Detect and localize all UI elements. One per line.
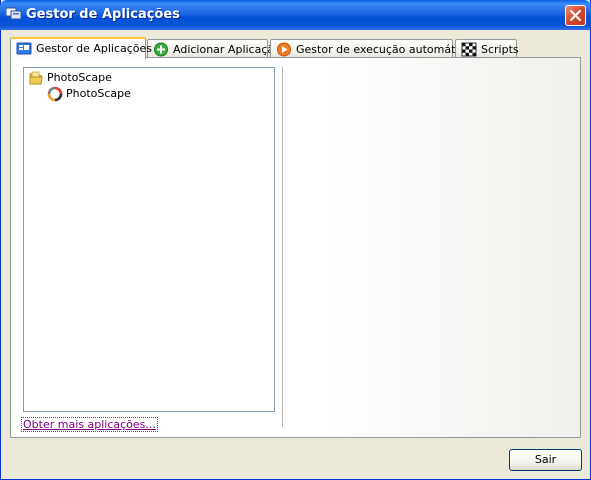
tree-item-label: PhotoScape bbox=[47, 71, 112, 84]
get-more-apps-link[interactable]: Obter mais aplicações... bbox=[21, 417, 158, 432]
title-bar[interactable]: Gestor de Aplicações bbox=[0, 0, 591, 30]
tab-label: Scripts bbox=[481, 43, 519, 56]
folder-icon bbox=[29, 71, 43, 85]
tab-add-application[interactable]: Adicionar Aplicação bbox=[147, 39, 281, 58]
tab-panel: PhotoScape PhotoScape Obter mais aplicaç… bbox=[10, 57, 581, 438]
panel-splitter[interactable] bbox=[282, 67, 283, 427]
tab-app-manager[interactable]: Gestor de Aplicações bbox=[10, 37, 152, 59]
tab-label: Gestor de Aplicações bbox=[36, 42, 153, 55]
tab-autorun-manager[interactable]: Gestor de execução automática bbox=[270, 39, 471, 58]
tab-label: Gestor de execução automática bbox=[296, 43, 472, 56]
window-title: Gestor de Aplicações bbox=[26, 7, 180, 22]
app-manager-icon bbox=[6, 7, 22, 20]
checkered-flag-icon bbox=[461, 42, 477, 57]
tab-label: Adicionar Aplicação bbox=[173, 43, 281, 56]
app-manager-icon bbox=[16, 42, 32, 55]
tree-item-label: PhotoScape bbox=[66, 87, 131, 100]
application-tree[interactable]: PhotoScape PhotoScape bbox=[23, 67, 275, 412]
tab-scripts[interactable]: Scripts bbox=[455, 39, 519, 58]
photoscape-app-icon bbox=[47, 86, 63, 102]
play-icon bbox=[277, 42, 291, 57]
app-manager-window: Gestor de Aplicações Gestor de Aplicaçõe… bbox=[0, 0, 591, 480]
close-button[interactable] bbox=[565, 5, 586, 26]
add-plus-icon bbox=[154, 42, 168, 57]
exit-button[interactable]: Sair bbox=[509, 449, 582, 471]
close-icon bbox=[570, 10, 581, 21]
